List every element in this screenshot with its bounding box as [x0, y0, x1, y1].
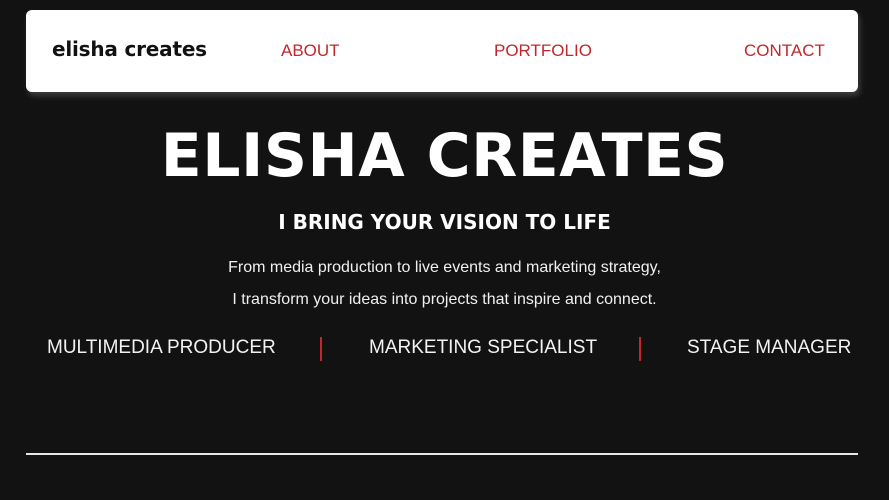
- nav-link-about[interactable]: ABOUT: [281, 41, 340, 61]
- nav-link-portfolio[interactable]: PORTFOLIO: [494, 41, 592, 61]
- hero-title: ELISHA CREATES: [160, 121, 729, 191]
- role-divider: [320, 337, 322, 361]
- hero-subtitle: I BRING YOUR VISION TO LIFE: [278, 210, 611, 234]
- navbar: elisha creates ABOUT PORTFOLIO CONTACT: [26, 10, 858, 92]
- nav-link-contact[interactable]: CONTACT: [744, 41, 825, 61]
- page: elisha creates ABOUT PORTFOLIO CONTACT E…: [0, 0, 889, 500]
- section-divider-line: [26, 453, 858, 455]
- site-logo[interactable]: elisha creates: [52, 37, 207, 61]
- role-stage-manager: STAGE MANAGER: [687, 337, 852, 358]
- role-marketing-specialist: MARKETING SPECIALIST: [369, 337, 598, 358]
- role-divider: [639, 337, 641, 361]
- hero-description-line-1: From media production to live events and…: [228, 259, 661, 276]
- hero-description-line-2: I transform your ideas into projects tha…: [232, 291, 657, 308]
- role-multimedia-producer: MULTIMEDIA PRODUCER: [47, 337, 276, 358]
